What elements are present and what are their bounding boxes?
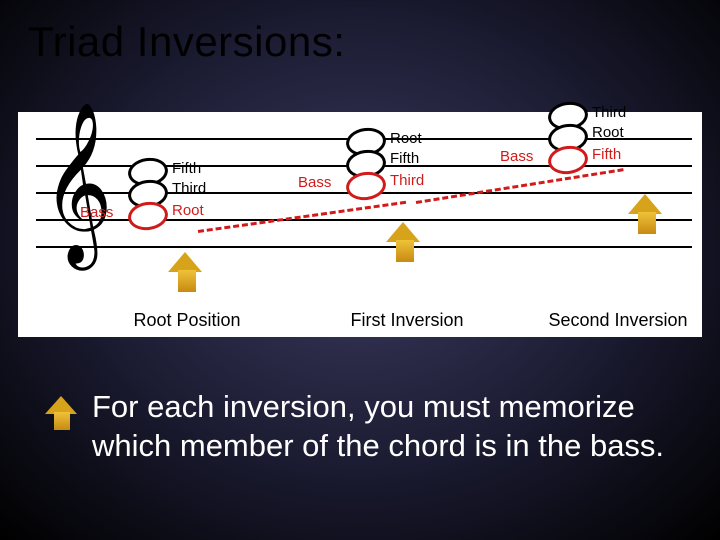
note-label: Fifth [390, 150, 419, 167]
note-label: Third [390, 172, 424, 189]
note-label: Root [592, 124, 624, 141]
note-label: Fifth [172, 160, 201, 177]
arrow-up-icon [630, 194, 660, 234]
treble-clef-icon: 𝄞 [42, 114, 112, 254]
arrow-up-icon [388, 222, 418, 262]
position-label: First Inversion [332, 310, 482, 331]
bass-label: Bass [500, 148, 533, 165]
note-label: Third [172, 180, 206, 197]
bass-label: Bass [298, 174, 331, 191]
bass-label: Bass [80, 204, 113, 221]
slide-body-text: For each inversion, you must memorize wh… [92, 388, 692, 466]
note-label: Third [592, 104, 626, 121]
arrow-up-icon [170, 252, 200, 292]
position-label: Root Position [112, 310, 262, 331]
chord-second-inversion: Third Root Fifth Bass [548, 102, 718, 272]
slide-title: Triad Inversions: [28, 18, 345, 66]
position-label: Second Inversion [538, 310, 698, 331]
note-label: Fifth [592, 146, 621, 163]
chord-root-position: Fifth Third Root Bass [128, 158, 298, 328]
note-label: Root [390, 130, 422, 147]
arrow-up-icon [46, 396, 76, 436]
triad-inversions-figure: 𝄞 Fifth Third Root Bass Root Fifth Third… [18, 112, 702, 337]
note-label: Root [172, 202, 204, 219]
chord-first-inversion: Root Fifth Third Bass [346, 128, 516, 298]
